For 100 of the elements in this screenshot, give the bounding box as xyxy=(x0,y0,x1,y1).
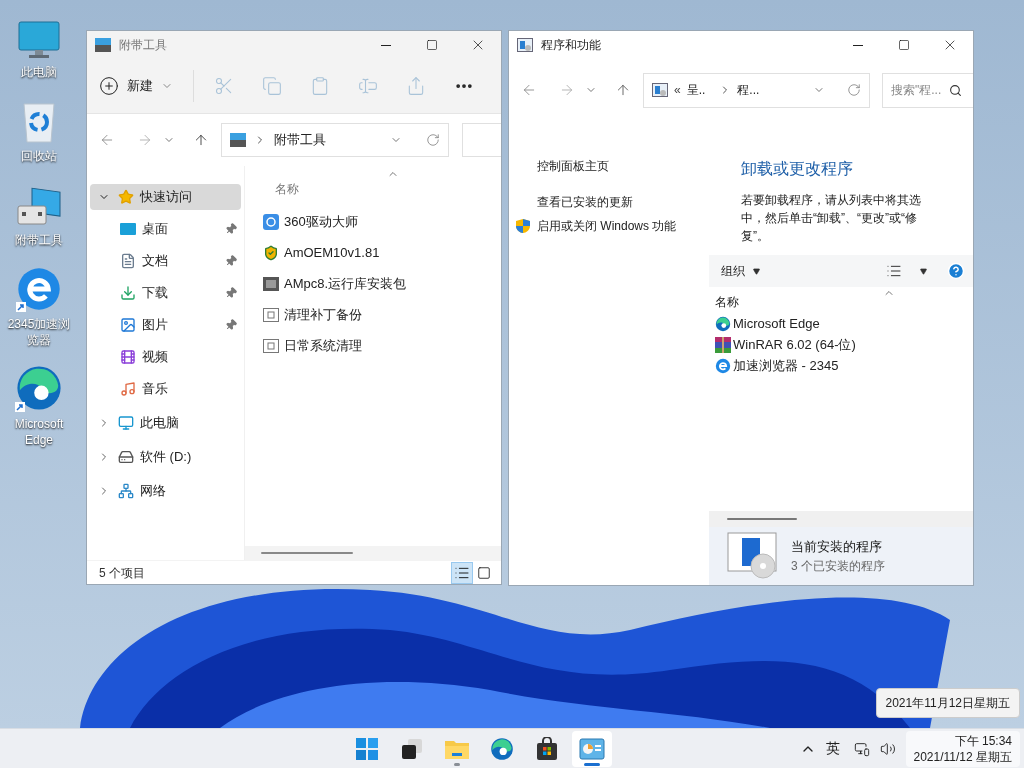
program-item[interactable]: WinRAR 6.02 (64-位) xyxy=(715,334,856,355)
store-bag-icon xyxy=(535,736,560,761)
toolbox-icon xyxy=(95,38,111,52)
program-item[interactable]: 加速浏览器 - 2345 xyxy=(715,355,839,376)
sidebar-item[interactable]: 软件 (D:) xyxy=(90,444,241,470)
star-icon xyxy=(118,189,134,205)
monitor-icon xyxy=(17,20,61,60)
file-item[interactable]: 360驱动大师 xyxy=(263,206,358,237)
video-icon xyxy=(120,349,136,365)
back-button[interactable] xyxy=(99,132,115,148)
file-item[interactable]: AmOEM10v1.81 xyxy=(263,237,380,268)
breadcrumb-item[interactable]: 呈.. xyxy=(686,81,706,99)
desktop-folder-icon xyxy=(120,222,136,236)
file-item[interactable]: AMpc8.运行库安装包 xyxy=(263,268,407,299)
drive-icon xyxy=(118,449,134,465)
forward-button[interactable] xyxy=(559,82,575,98)
address-bar[interactable]: 附带工具 xyxy=(221,123,449,157)
file-item[interactable]: 清理补丁备份 xyxy=(263,299,362,330)
column-header[interactable]: 名称 xyxy=(263,180,299,200)
horizontal-scrollbar[interactable] xyxy=(727,518,797,520)
task-view-icon xyxy=(400,736,425,761)
sidebar-item[interactable]: 视频 xyxy=(90,344,241,370)
refresh-button[interactable] xyxy=(847,83,861,97)
programs-icon xyxy=(517,38,533,52)
caret-icon xyxy=(753,267,760,275)
tile-icon xyxy=(477,565,491,580)
date-tooltip: 2021年11月12日星期五 xyxy=(875,688,1020,718)
details-title: 当前安装的程序 xyxy=(791,538,883,557)
details-subtitle: 3 个已安装的程序 xyxy=(791,557,885,575)
view-dropdown-icon[interactable] xyxy=(920,267,927,275)
organize-button[interactable]: 组织 xyxy=(721,262,760,280)
network-icon[interactable] xyxy=(853,740,870,757)
clock-button[interactable]: 下午 15:34 2021/11/12 星期五 xyxy=(905,730,1020,767)
column-header[interactable]: 名称 xyxy=(715,287,739,313)
music-icon xyxy=(120,381,136,397)
monitor-icon xyxy=(118,415,134,431)
status-text: 5 个项目 xyxy=(99,564,146,582)
new-button[interactable]: 新建 xyxy=(99,76,181,96)
details-view-button[interactable] xyxy=(451,561,473,584)
help-button[interactable] xyxy=(947,262,965,280)
window-title: 附带工具 xyxy=(119,37,168,54)
minimize-icon xyxy=(853,44,863,46)
ie-icon xyxy=(16,266,62,312)
shortcut-icon xyxy=(263,338,279,353)
view-options-button[interactable] xyxy=(886,263,902,279)
document-icon xyxy=(120,253,136,269)
sidebar-item[interactable]: 快速访问 xyxy=(90,184,241,210)
ie-icon xyxy=(715,357,731,374)
recycle-bin-icon xyxy=(21,100,57,144)
shortcut-icon xyxy=(263,307,279,322)
sidebar-item[interactable]: 音乐 xyxy=(90,376,241,402)
shield-icon xyxy=(263,244,279,261)
edge-icon xyxy=(15,364,63,412)
page-heading: 卸载或更改程序 xyxy=(741,159,854,179)
address-bar[interactable]: « 呈.. 程... xyxy=(643,72,870,108)
plus-icon xyxy=(99,76,119,96)
horizontal-scrollbar[interactable] xyxy=(261,552,353,554)
program-item[interactable]: Microsoft Edge xyxy=(715,313,820,334)
picture-icon xyxy=(120,317,136,333)
sidebar-item[interactable]: 图片 xyxy=(90,312,241,338)
sidebar-item[interactable]: 此电脑 xyxy=(90,410,241,436)
up-button[interactable] xyxy=(615,82,631,98)
sidebar-link[interactable]: 控制面板主页 xyxy=(537,157,609,175)
shield-icon xyxy=(515,218,531,234)
sidebar-item[interactable]: 桌面 xyxy=(90,216,241,242)
sidebar-item[interactable]: 网络 xyxy=(90,478,241,504)
search-icon xyxy=(949,83,963,97)
forward-button[interactable] xyxy=(137,132,153,148)
minimize-icon xyxy=(381,44,391,46)
maximize-icon xyxy=(426,39,438,51)
edge-icon xyxy=(715,315,731,332)
refresh-button[interactable] xyxy=(426,133,440,147)
control-panel-icon xyxy=(579,736,606,761)
archive-icon xyxy=(715,336,731,353)
breadcrumb-overflow[interactable]: « xyxy=(674,81,681,99)
maximize-icon xyxy=(898,39,910,51)
app-icon xyxy=(263,213,279,230)
breadcrumb-item[interactable]: 程... xyxy=(737,81,760,99)
network-icon xyxy=(118,483,134,499)
up-button[interactable] xyxy=(193,132,209,148)
back-button[interactable] xyxy=(521,82,537,98)
description-text: 若要卸载程序，请从列表中将其选中，然后单击“卸载”、“更改”或“修复”。 xyxy=(741,192,922,245)
sidebar-link[interactable]: 查看已安装的更新 xyxy=(537,193,633,211)
search-field[interactable] xyxy=(462,123,501,157)
edge-icon xyxy=(490,736,515,761)
programs-icon xyxy=(727,532,779,580)
window-title: 程序和功能 xyxy=(541,37,602,54)
download-icon xyxy=(120,285,136,301)
file-item[interactable]: 日常系统清理 xyxy=(263,330,362,361)
volume-icon[interactable] xyxy=(879,740,896,757)
input-method-indicator[interactable]: 英 xyxy=(825,738,840,759)
start-icon xyxy=(355,736,380,761)
programs-icon xyxy=(652,83,668,97)
program-icon xyxy=(263,276,279,291)
sidebar-item[interactable]: 文档 xyxy=(90,248,241,274)
breadcrumb-item[interactable]: 附带工具 xyxy=(274,130,326,150)
sidebar-link[interactable]: 启用或关闭 Windows 功能 xyxy=(537,217,677,235)
search-field[interactable]: 搜索"程... xyxy=(882,72,973,108)
toolbox-icon xyxy=(230,133,246,147)
sidebar-item[interactable]: 下载 xyxy=(90,280,241,306)
